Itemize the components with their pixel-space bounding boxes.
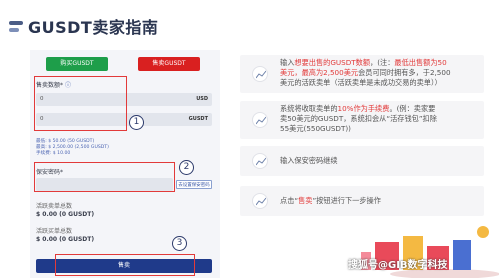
- highlight-box-3: [55, 254, 195, 276]
- chart-icon: [252, 112, 268, 128]
- page-title: GUSDT卖家指南: [28, 18, 159, 37]
- pending-value: $ 0.00 (0 GUSDT): [36, 236, 95, 243]
- active-sells-label: 活跃卖单总数: [36, 203, 73, 210]
- logo-icon: [9, 21, 23, 33]
- highlight-box-1: [34, 76, 127, 131]
- active-sells-value: $ 0.00 (0 GUSDT): [36, 211, 95, 218]
- chart-icon: [252, 193, 268, 209]
- watermark: 搜狐号@GIB数字科技: [348, 260, 448, 271]
- limits-info: 最低: $ 50.00 (50 GUSDT) 最高: $ 2,500.00 (2,…: [36, 139, 109, 156]
- chart-icon: [252, 153, 268, 169]
- set-password-button[interactable]: 去设置保安密码: [176, 180, 212, 189]
- step-card-1: 输入想要出售的GUSDT数额，(注：最低出售额为50 美元，最高为2,500美元…: [240, 55, 484, 93]
- chart-icon: [252, 66, 268, 82]
- highlight-box-2: [34, 162, 175, 192]
- sell-gusdt-button[interactable]: 售卖GUSDT: [138, 57, 200, 71]
- step-card-4: 点击“售卖”按钮进行下一步操作: [240, 186, 484, 216]
- buy-gusdt-button[interactable]: 购买GUSDT: [46, 57, 108, 71]
- step-card-3: 输入保安密码继续: [240, 146, 484, 176]
- step-marker-3: 3: [172, 236, 187, 251]
- step-card-2: 系统将收取卖单的10%作为手续费。(例：卖家要 卖50美元的GUSDT，系统扣会…: [240, 101, 484, 139]
- header: GUSDT卖家指南: [0, 0, 499, 50]
- step-marker-2: 2: [179, 160, 194, 175]
- pending-label: 活跃买单总数: [36, 228, 73, 235]
- step-marker-1: 1: [129, 115, 144, 130]
